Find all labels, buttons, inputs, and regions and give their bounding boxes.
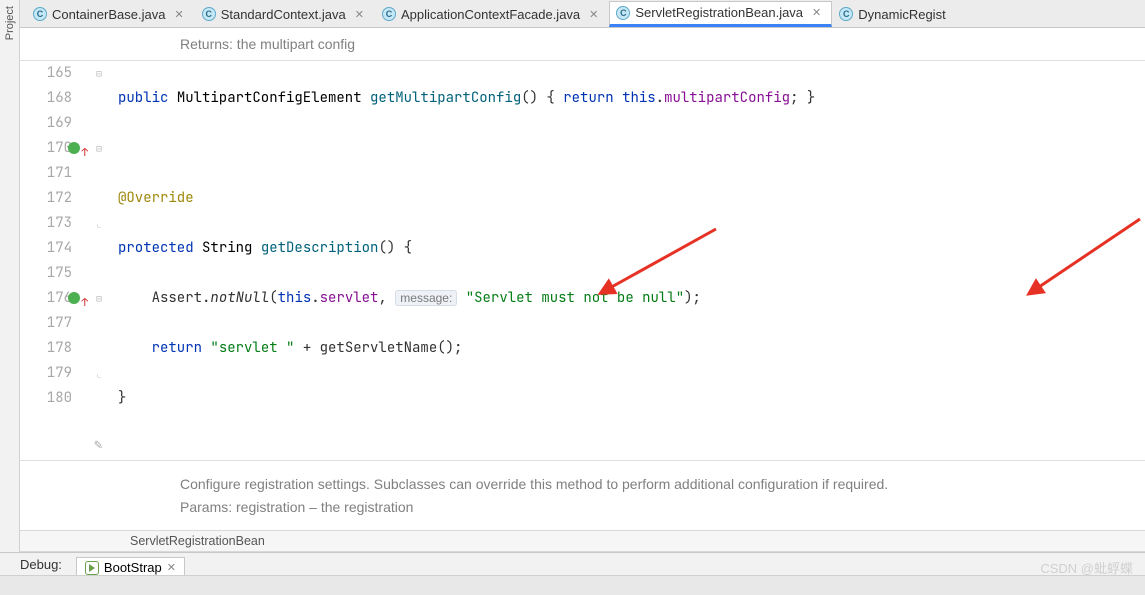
debug-toolwindow: Debug: BootStrap ✕ <box>0 552 1145 595</box>
line-number[interactable]: 177 <box>20 311 72 336</box>
tab-dynamicregist[interactable]: C DynamicRegist <box>832 1 956 27</box>
breadcrumb[interactable]: ServletRegistrationBean <box>20 530 1145 552</box>
fold-end-icon[interactable]: ⌞ <box>90 361 108 386</box>
line-number[interactable]: 176 <box>20 286 72 311</box>
class-icon: C <box>382 7 396 21</box>
breadcrumb-item[interactable]: ServletRegistrationBean <box>130 534 265 548</box>
close-icon[interactable]: ✕ <box>355 8 364 21</box>
class-icon: C <box>202 7 216 21</box>
fold-icon[interactable]: ⊟ <box>90 61 108 86</box>
line-number[interactable]: 171 <box>20 161 72 186</box>
close-icon[interactable]: ✕ <box>589 8 598 21</box>
line-number[interactable]: 169 <box>20 111 72 136</box>
tab-containerbase[interactable]: C ContainerBase.java ✕ <box>26 1 195 27</box>
line-number[interactable]: 170 <box>20 136 72 161</box>
tab-label: ContainerBase.java <box>52 7 165 22</box>
line-number[interactable]: 174 <box>20 236 72 261</box>
javadoc-params: Params: registration – the registration <box>180 496 1133 518</box>
tab-servletregistrationbean[interactable]: C ServletRegistrationBean.java ✕ <box>609 1 832 27</box>
line-number[interactable]: 173 <box>20 211 72 236</box>
fold-icon[interactable]: ⊟ <box>90 286 108 311</box>
code-content[interactable]: public MultipartConfigElement getMultipa… <box>108 61 1145 460</box>
pencil-icon[interactable]: ✎ <box>94 433 102 458</box>
fold-column: ⊟ ⊟ ⌞ ⊟ ⌞ <box>90 61 108 460</box>
javadoc-top: Returns: the multipart config <box>20 28 1145 61</box>
tab-standardcontext[interactable]: C StandardContext.java ✕ <box>195 1 375 27</box>
editor-tabs: C ContainerBase.java ✕ C StandardContext… <box>20 0 1145 28</box>
tab-label: ServletRegistrationBean.java <box>635 5 803 20</box>
debug-config-tab[interactable]: BootStrap ✕ <box>76 557 185 577</box>
parameter-hint: message: <box>395 290 457 306</box>
editor: Returns: the multipart config 165 168 16… <box>20 28 1145 530</box>
class-icon: C <box>33 7 47 21</box>
line-number[interactable]: 178 <box>20 336 72 361</box>
line-number[interactable]: 172 <box>20 186 72 211</box>
tab-label: StandardContext.java <box>221 7 346 22</box>
project-label: Project <box>4 6 16 40</box>
javadoc-text: Configure registration settings. Subclas… <box>180 473 1133 495</box>
javadoc-bottom: Configure registration settings. Subclas… <box>20 460 1145 530</box>
watermark: CSDN @蚍蜉蝶 <box>1040 558 1133 577</box>
class-icon: C <box>839 7 853 21</box>
debug-config-name: BootStrap <box>104 560 162 575</box>
run-config-icon <box>85 561 99 575</box>
tab-appcontextfacade[interactable]: C ApplicationContextFacade.java ✕ <box>375 1 609 27</box>
line-number[interactable]: 179 <box>20 361 72 386</box>
fold-icon[interactable]: ⊟ <box>90 136 108 161</box>
close-icon[interactable]: ✕ <box>174 8 183 21</box>
close-icon[interactable]: ✕ <box>167 561 176 574</box>
line-number[interactable]: 175 <box>20 261 72 286</box>
line-number[interactable]: 180 <box>20 386 72 411</box>
code-area[interactable]: 165 168 169 170 171 172 173 174 175 176 … <box>20 61 1145 460</box>
line-number[interactable]: 165 <box>20 61 72 86</box>
close-icon[interactable]: ✕ <box>812 6 821 19</box>
line-number[interactable]: 168 <box>20 86 72 111</box>
line-gutter: 165 168 169 170 171 172 173 174 175 176 … <box>20 61 90 460</box>
class-icon: C <box>616 6 630 20</box>
project-toolwindow-handle[interactable]: Project <box>0 0 20 595</box>
override-marker-icon[interactable]: ↑ <box>68 142 80 154</box>
debug-label: Debug: <box>20 557 62 572</box>
tab-label: DynamicRegist <box>858 7 945 22</box>
tab-label: ApplicationContextFacade.java <box>401 7 580 22</box>
fold-end-icon[interactable]: ⌞ <box>90 211 108 236</box>
debug-toolbar[interactable] <box>0 575 1145 595</box>
override-marker-icon[interactable]: ↑ <box>68 292 80 304</box>
